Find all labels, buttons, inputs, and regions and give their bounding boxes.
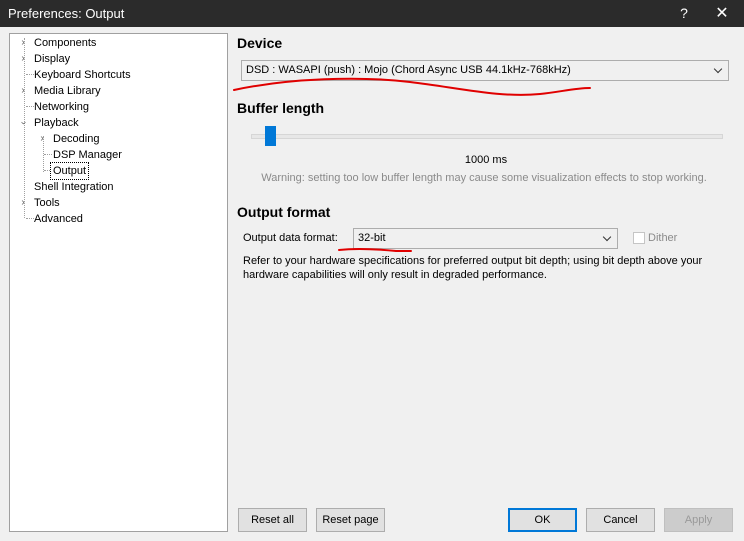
tree-item-label: Shell Integration [34, 181, 114, 193]
tree-item-label: Output [49, 162, 90, 180]
buffer-section-title: Buffer length [237, 100, 325, 116]
device-dropdown-value: DSD : WASAPI (push) : Mojo (Chord Async … [246, 64, 571, 76]
tree-item-label: Playback [34, 117, 79, 129]
reset-page-button[interactable]: Reset page [316, 508, 385, 532]
tree-item-keyboard-shortcuts[interactable]: Keyboard Shortcuts [10, 67, 227, 83]
tree-item-output[interactable]: Output [10, 162, 227, 180]
buffer-warning-text: Warning: setting too low buffer length m… [261, 172, 707, 184]
reset-all-button[interactable]: Reset all [238, 508, 307, 532]
buffer-slider-thumb[interactable] [265, 126, 276, 146]
ok-button[interactable]: OK [508, 508, 577, 532]
dither-checkbox[interactable] [633, 232, 645, 244]
tree-item-label: Media Library [34, 85, 101, 97]
tree-item-advanced[interactable]: Advanced [10, 211, 227, 227]
output-data-format-value: 32-bit [358, 232, 386, 244]
tree-item-label: Components [34, 37, 97, 49]
tree-item-label: Advanced [34, 213, 83, 225]
preferences-tree[interactable]: › Components › Display Keyboard Shortcut… [9, 33, 228, 532]
tree-item-dsp-manager[interactable]: DSP Manager [10, 147, 227, 163]
chevron-right-icon[interactable]: › [18, 83, 28, 99]
chevron-right-icon[interactable]: › [18, 51, 28, 67]
tree-item-label: DSP Manager [53, 149, 122, 161]
output-format-section-title: Output format [237, 204, 331, 220]
output-format-info-text: Refer to your hardware specifications fo… [243, 255, 703, 281]
tree-item-tools[interactable]: › Tools [10, 195, 227, 211]
chevron-right-icon[interactable]: › [18, 35, 28, 51]
output-data-format-dropdown[interactable]: 32-bit [353, 228, 618, 249]
tree-item-networking[interactable]: Networking [10, 99, 227, 115]
title-bar[interactable]: Preferences: Output ? ✕ [0, 0, 744, 27]
tree-item-label: Tools [34, 197, 60, 209]
apply-button[interactable]: Apply [664, 508, 733, 532]
buffer-slider-track[interactable] [251, 134, 723, 139]
tree-item-label: Networking [34, 101, 90, 113]
tree-item-decoding[interactable]: › Decoding [10, 131, 227, 147]
tree-item-shell-integration[interactable]: Shell Integration [10, 179, 227, 195]
tree-item-media-library[interactable]: › Media Library [10, 83, 227, 99]
close-button[interactable]: ✕ [700, 0, 744, 27]
tree-item-display[interactable]: › Display [10, 51, 227, 67]
device-section-title: Device [237, 35, 283, 51]
buffer-value-label: 1000 ms [464, 154, 508, 166]
tree-item-label: Display [34, 53, 71, 65]
device-dropdown[interactable]: DSD : WASAPI (push) : Mojo (Chord Async … [241, 60, 729, 81]
tree-item-label: Keyboard Shortcuts [34, 69, 131, 81]
window-title: Preferences: Output [8, 6, 125, 21]
preferences-window: Preferences: Output ? ✕ › Components › D… [0, 0, 744, 541]
chevron-right-icon[interactable]: › [37, 131, 47, 147]
chevron-right-icon[interactable]: › [18, 195, 28, 211]
cancel-button[interactable]: Cancel [586, 508, 655, 532]
chevron-down-icon [603, 229, 613, 248]
output-data-format-label: Output data format: [243, 232, 338, 244]
tree-item-components[interactable]: › Components [10, 35, 227, 51]
dither-label: Dither [648, 232, 678, 244]
chevron-down-icon[interactable]: › [15, 118, 31, 128]
chevron-down-icon [714, 61, 724, 80]
tree-item-playback[interactable]: › Playback [10, 115, 227, 131]
tree-item-label: Decoding [53, 133, 100, 145]
